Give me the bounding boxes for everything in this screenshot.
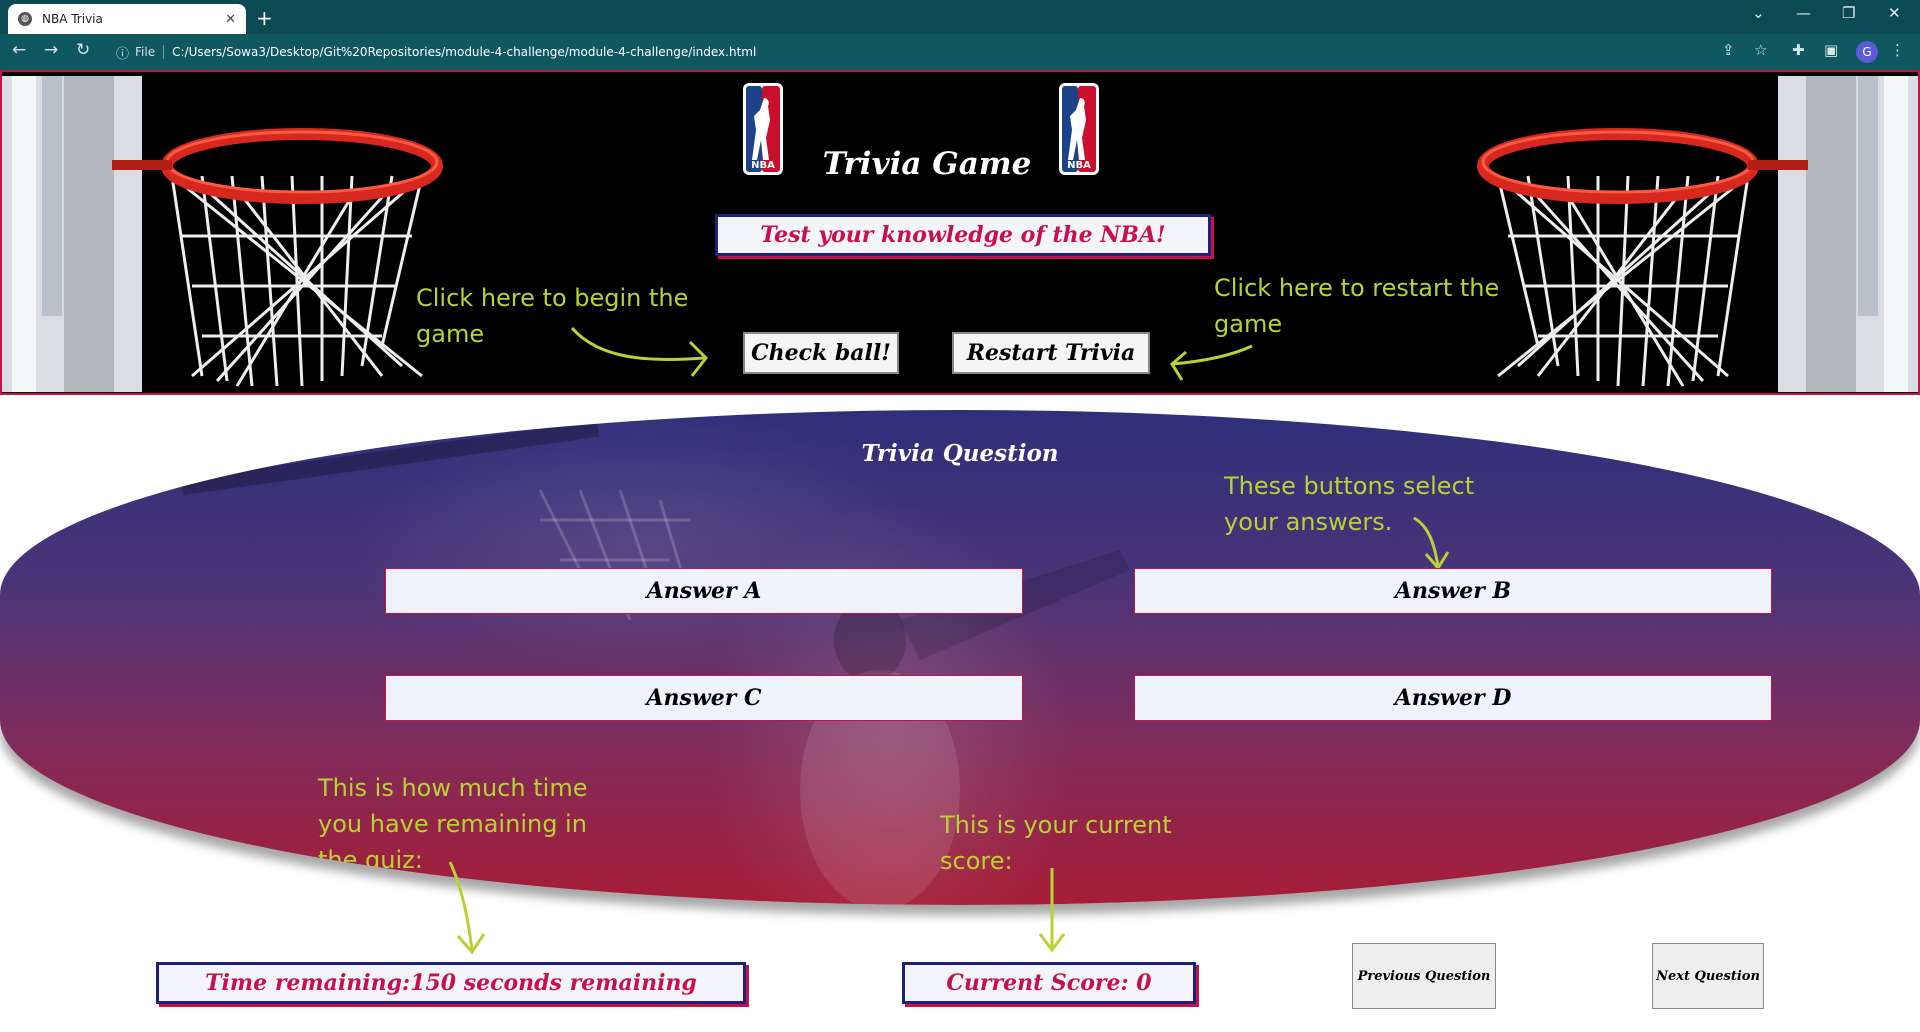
nba-logo: NBA bbox=[1059, 83, 1099, 175]
forward-icon[interactable]: → bbox=[44, 40, 58, 60]
answer-d-button[interactable]: Answer D bbox=[1134, 675, 1772, 721]
time-arrow-icon bbox=[448, 861, 486, 955]
question-panel: Trivia Question These buttons select you… bbox=[0, 410, 1920, 905]
restart-arrow-icon bbox=[1170, 344, 1253, 381]
nba-logo-text: NBA bbox=[1067, 160, 1091, 171]
time-remaining-display: Time remaining:150 seconds remaining bbox=[156, 962, 746, 1004]
start-button[interactable]: Check ball! bbox=[743, 332, 899, 374]
start-arrow-icon bbox=[570, 327, 708, 377]
address-bar-row: ← → ↻ ⓘ File C:/Users/Sowa3/Desktop/Git%… bbox=[0, 34, 1920, 70]
answers-arrow-icon bbox=[1413, 516, 1450, 571]
restart-button[interactable]: Restart Trivia bbox=[952, 332, 1150, 374]
plus-icon[interactable]: + bbox=[256, 6, 273, 30]
restore-icon[interactable]: ❐ bbox=[1842, 4, 1855, 22]
answer-b-button[interactable]: Answer B bbox=[1134, 568, 1772, 614]
previous-question-button[interactable]: Previous Question bbox=[1352, 943, 1496, 1009]
close-icon[interactable]: ✕ bbox=[225, 12, 236, 27]
share-icon[interactable]: ⇪ bbox=[1722, 41, 1735, 59]
reload-icon[interactable]: ↻ bbox=[76, 40, 90, 60]
tab-title: NBA Trivia bbox=[42, 12, 103, 26]
question-title: Trivia Question bbox=[861, 440, 1059, 467]
basketball-hoop-image bbox=[1477, 76, 1918, 392]
tab-strip: ◍ NBA Trivia ✕ + ⌄ — ❐ ✕ bbox=[0, 0, 1920, 34]
nba-logo: NBA bbox=[743, 83, 783, 175]
next-question-button[interactable]: Next Question bbox=[1652, 943, 1764, 1009]
menu-icon[interactable]: ⋮ bbox=[1890, 41, 1905, 59]
score-arrow-icon bbox=[1038, 868, 1066, 953]
extensions-icon[interactable]: ✚ bbox=[1792, 41, 1805, 59]
window-close-icon[interactable]: ✕ bbox=[1888, 4, 1901, 22]
protocol-label: File bbox=[135, 45, 165, 59]
browser-tab[interactable]: ◍ NBA Trivia ✕ bbox=[8, 4, 246, 34]
basketball-hoop-image bbox=[2, 76, 443, 392]
nba-logo-text: NBA bbox=[751, 160, 775, 171]
answer-a-button[interactable]: Answer A bbox=[385, 568, 1023, 614]
page-title: Trivia Game bbox=[822, 146, 1032, 182]
info-icon[interactable]: ⓘ bbox=[116, 43, 129, 62]
tab-search-icon[interactable]: ⌄ bbox=[1752, 4, 1765, 22]
address-field[interactable]: ⓘ File C:/Users/Sowa3/Desktop/Git%20Repo… bbox=[108, 39, 1768, 65]
star-icon[interactable]: ☆ bbox=[1754, 41, 1767, 59]
answer-c-button[interactable]: Answer C bbox=[385, 675, 1023, 721]
url-text[interactable]: C:/Users/Sowa3/Desktop/Git%20Repositorie… bbox=[172, 45, 756, 59]
header-banner: NBA NBA Trivia Game Test your knowledge … bbox=[0, 70, 1920, 395]
sidepanel-icon[interactable]: ▣ bbox=[1824, 41, 1838, 59]
tagline-banner: Test your knowledge of the NBA! bbox=[715, 214, 1211, 256]
globe-icon: ◍ bbox=[18, 12, 32, 26]
avatar[interactable]: G bbox=[1856, 41, 1878, 63]
back-icon[interactable]: ← bbox=[12, 40, 26, 60]
restart-instruction-note: Click here to restart the game bbox=[1214, 274, 1500, 338]
current-score-display: Current Score: 0 bbox=[902, 962, 1196, 1004]
minimize-icon[interactable]: — bbox=[1796, 4, 1811, 22]
